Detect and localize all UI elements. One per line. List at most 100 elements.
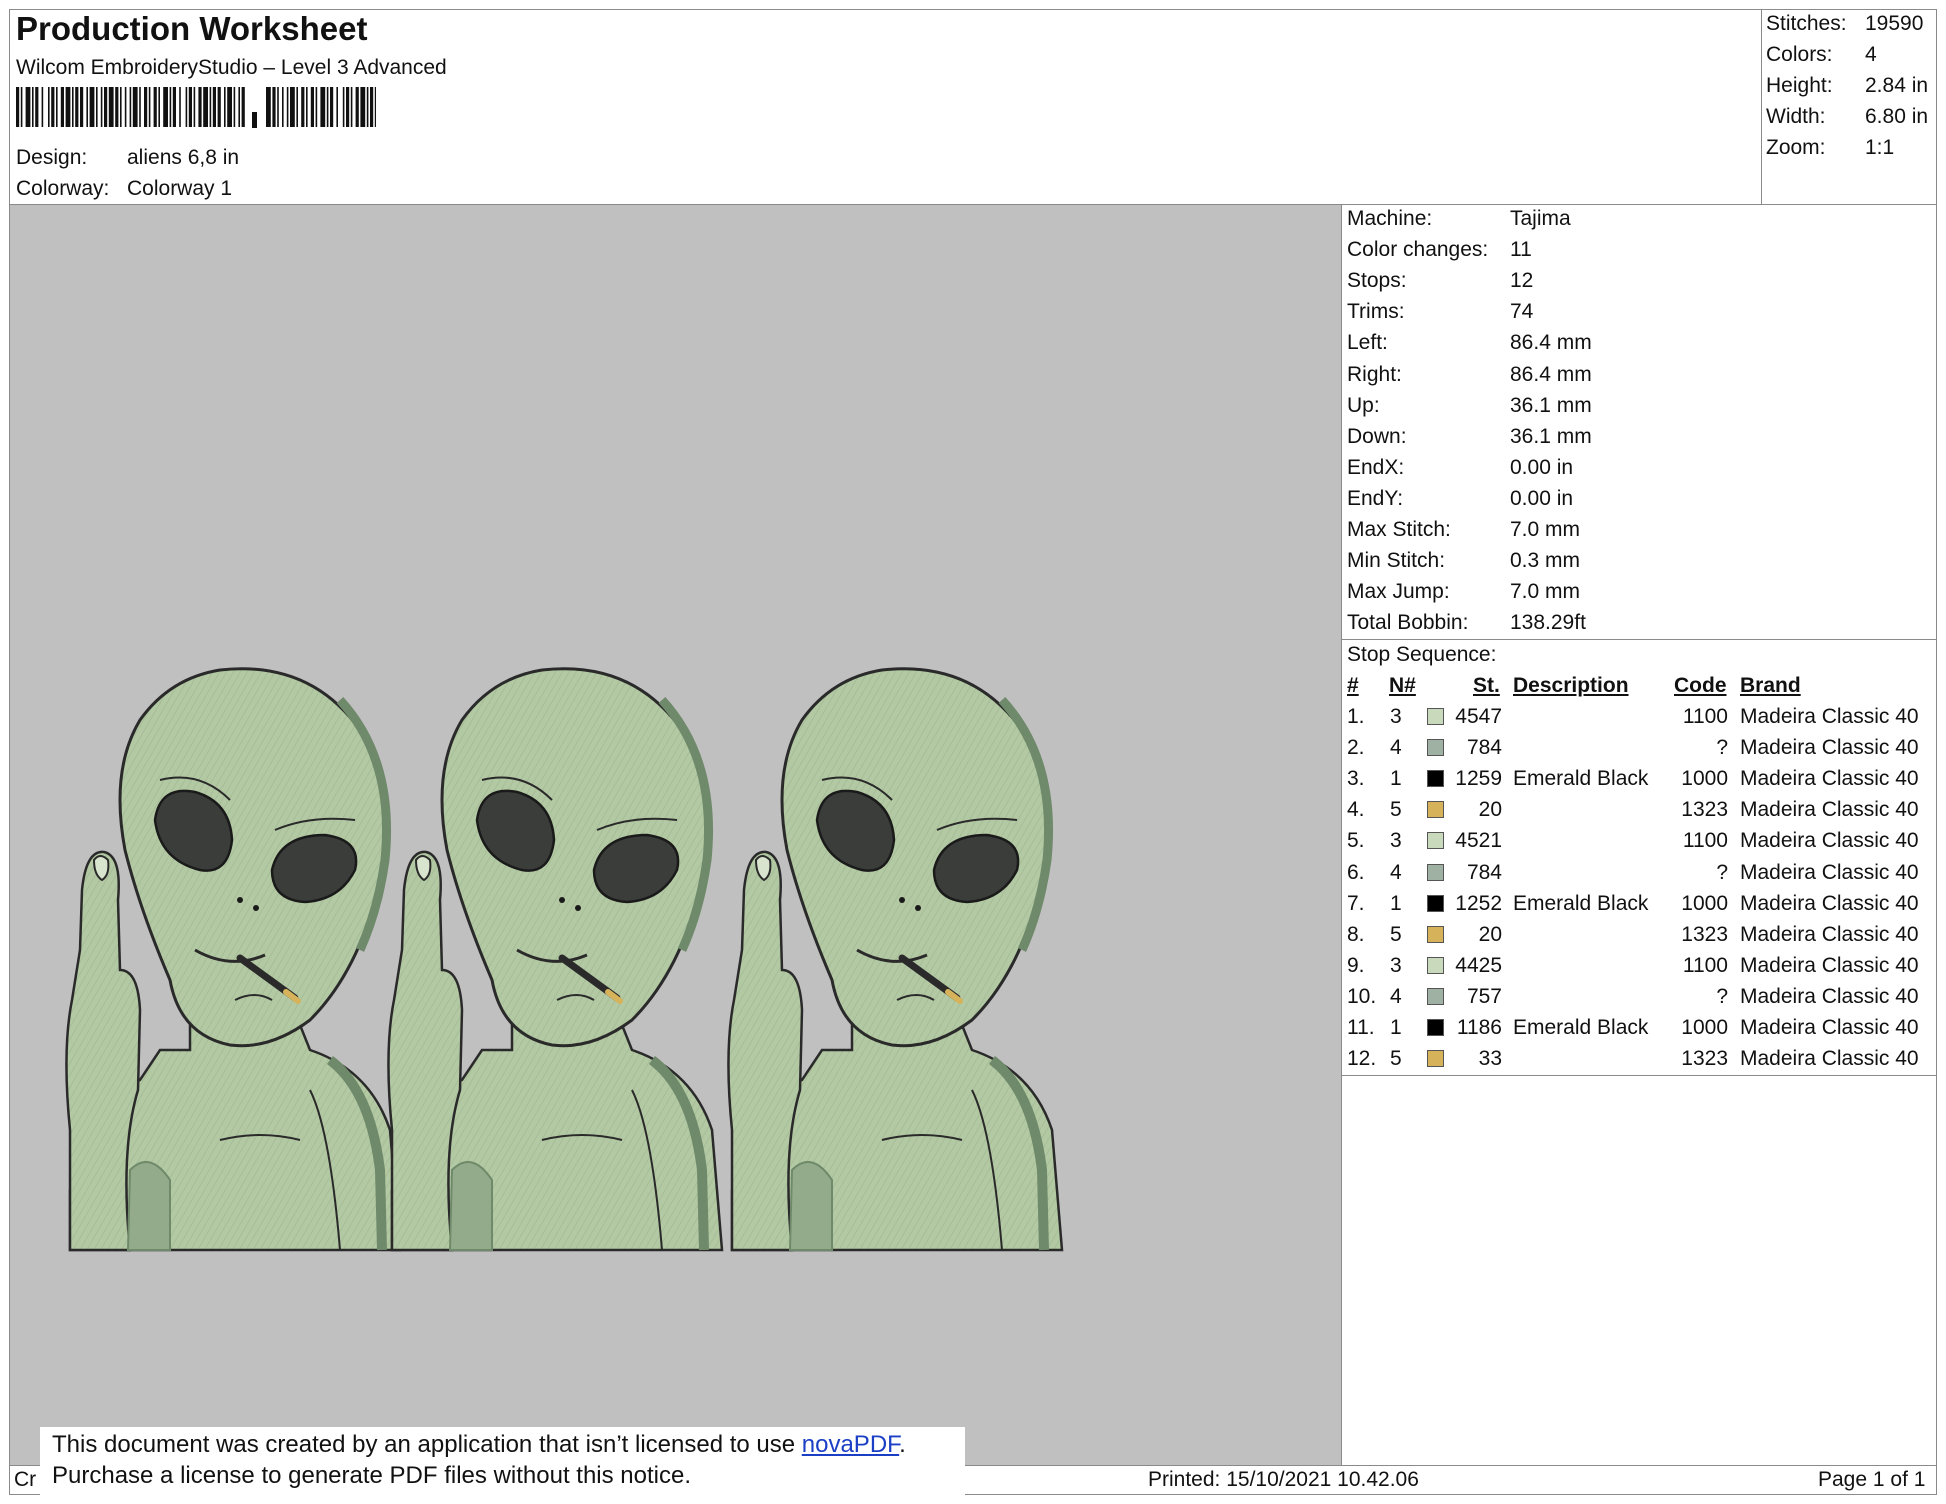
design-preview (10, 205, 1341, 1465)
aliens-embroidery (10, 205, 1341, 1465)
spec-label: Stops: (1347, 269, 1407, 293)
spec-label: Min Stitch: (1347, 549, 1446, 573)
notice-line-2: Purchase a license to generate PDF files… (52, 1462, 691, 1489)
spec-label: Trims: (1347, 300, 1405, 324)
row-brand: Madeira Classic 40 (1740, 829, 1919, 853)
row-needle: 5 (1390, 922, 1402, 946)
row-number: 6. (1347, 860, 1365, 884)
row-description: Emerald Black (1513, 1016, 1649, 1039)
row-code: 1100 (1682, 705, 1728, 728)
spec-value: 0.00 in (1510, 486, 1574, 510)
row-number: 8. (1347, 922, 1365, 946)
spec-label: EndX: (1347, 455, 1405, 479)
spec-value: 11 (1510, 238, 1532, 262)
height-value: 2.84 in (1865, 74, 1929, 97)
specs-divider (1341, 639, 1937, 640)
row-brand: Madeira Classic 40 (1740, 891, 1919, 915)
col-stitches: St. (1473, 674, 1500, 697)
row-stitches: 1252 (1455, 891, 1502, 915)
row-needle: 3 (1390, 705, 1402, 728)
row-number: 7. (1347, 891, 1365, 915)
page-number: Page 1 of 1 (1818, 1468, 1926, 1491)
spec-label: EndY: (1347, 486, 1404, 510)
spec-value: 138.29ft (1510, 611, 1586, 635)
spec-value: 0.3 mm (1510, 549, 1581, 573)
notice-line-1: This document was created by an applicat… (52, 1431, 906, 1459)
col-num: # (1347, 674, 1359, 697)
spec-label: Total Bobbin: (1347, 611, 1469, 635)
colors-value: 4 (1865, 43, 1877, 66)
design-value: aliens 6,8 in (127, 146, 240, 169)
row-number: 3. (1347, 767, 1365, 791)
spec-value: 86.4 mm (1510, 362, 1592, 386)
row-needle: 3 (1390, 953, 1402, 977)
summary-divider (1761, 9, 1762, 205)
row-number: 12. (1347, 1047, 1377, 1071)
height-label: Height: (1766, 74, 1833, 97)
row-stitches: 1186 (1456, 1016, 1502, 1039)
zoom-label: Zoom: (1766, 136, 1826, 159)
row-needle: 4 (1390, 984, 1402, 1008)
row-brand: Madeira Classic 40 (1740, 1016, 1919, 1039)
row-needle: 3 (1390, 829, 1402, 853)
page-title: Production Worksheet (16, 10, 368, 47)
spec-value: Tajima (1510, 207, 1571, 230)
spec-value: 0.00 in (1510, 455, 1574, 479)
spec-value: 7.0 mm (1510, 518, 1581, 541)
row-code: ? (1716, 736, 1728, 760)
row-number: 2. (1347, 736, 1365, 760)
row-code: 1100 (1682, 953, 1728, 977)
width-label: Width: (1766, 105, 1826, 128)
license-notice: This document was created by an applicat… (40, 1427, 965, 1499)
row-code: ? (1716, 860, 1728, 884)
row-brand: Madeira Classic 40 (1740, 984, 1919, 1008)
colorway-label: Colorway: (16, 177, 110, 200)
row-brand: Madeira Classic 40 (1740, 705, 1919, 728)
col-brand: Brand (1740, 674, 1801, 697)
spec-value: 12 (1510, 269, 1534, 293)
row-description: Emerald Black (1513, 767, 1649, 791)
footer-left-fragment: Cr (14, 1468, 37, 1491)
row-code: 1323 (1681, 922, 1728, 946)
row-code: 1000 (1681, 1016, 1728, 1039)
spec-value: 74 (1510, 300, 1534, 324)
row-stitches: 4425 (1455, 953, 1502, 977)
stitches-label: Stitches: (1766, 12, 1847, 35)
row-stitches: 33 (1478, 1047, 1502, 1071)
alien-figure-3 (728, 669, 1062, 1250)
row-code: 1100 (1682, 829, 1728, 853)
col-description: Description (1513, 674, 1629, 697)
row-code: 1000 (1681, 767, 1728, 791)
row-description: Emerald Black (1513, 891, 1649, 915)
novapdf-link[interactable]: novaPDF (802, 1431, 899, 1458)
row-needle: 1 (1390, 891, 1402, 915)
spec-value: 36.1 mm (1510, 393, 1592, 417)
row-brand: Madeira Classic 40 (1740, 736, 1919, 760)
row-number: 9. (1347, 953, 1365, 977)
row-number: 10. (1347, 984, 1377, 1008)
printed-date: Printed: 15/10/2021 10.42.06 (1148, 1468, 1419, 1491)
design-label: Design: (16, 146, 88, 169)
row-needle: 5 (1390, 798, 1402, 822)
row-number: 11. (1347, 1016, 1375, 1039)
stop-sequence-title: Stop Sequence: (1347, 643, 1497, 666)
row-needle: 1 (1390, 767, 1402, 791)
width-value: 6.80 in (1865, 105, 1929, 128)
row-stitches: 784 (1466, 860, 1502, 884)
row-needle: 4 (1390, 860, 1402, 884)
table-divider (1341, 1075, 1937, 1076)
row-code: 1000 (1681, 891, 1728, 915)
row-stitches: 20 (1478, 922, 1502, 946)
spec-value: 7.0 mm (1510, 580, 1581, 604)
software-name: Wilcom EmbroideryStudio – Level 3 Advanc… (16, 56, 447, 79)
notice-text-before: This document was created by an applicat… (52, 1431, 802, 1458)
spec-label: Max Jump: (1347, 580, 1450, 604)
spec-label: Right: (1347, 362, 1402, 386)
col-code: Code (1674, 674, 1727, 697)
row-stitches: 20 (1478, 798, 1502, 822)
row-brand: Madeira Classic 40 (1740, 922, 1919, 946)
row-brand: Madeira Classic 40 (1740, 767, 1919, 791)
spec-label: Left: (1347, 331, 1388, 355)
col-needle: N# (1389, 674, 1416, 697)
row-brand: Madeira Classic 40 (1740, 1047, 1919, 1071)
